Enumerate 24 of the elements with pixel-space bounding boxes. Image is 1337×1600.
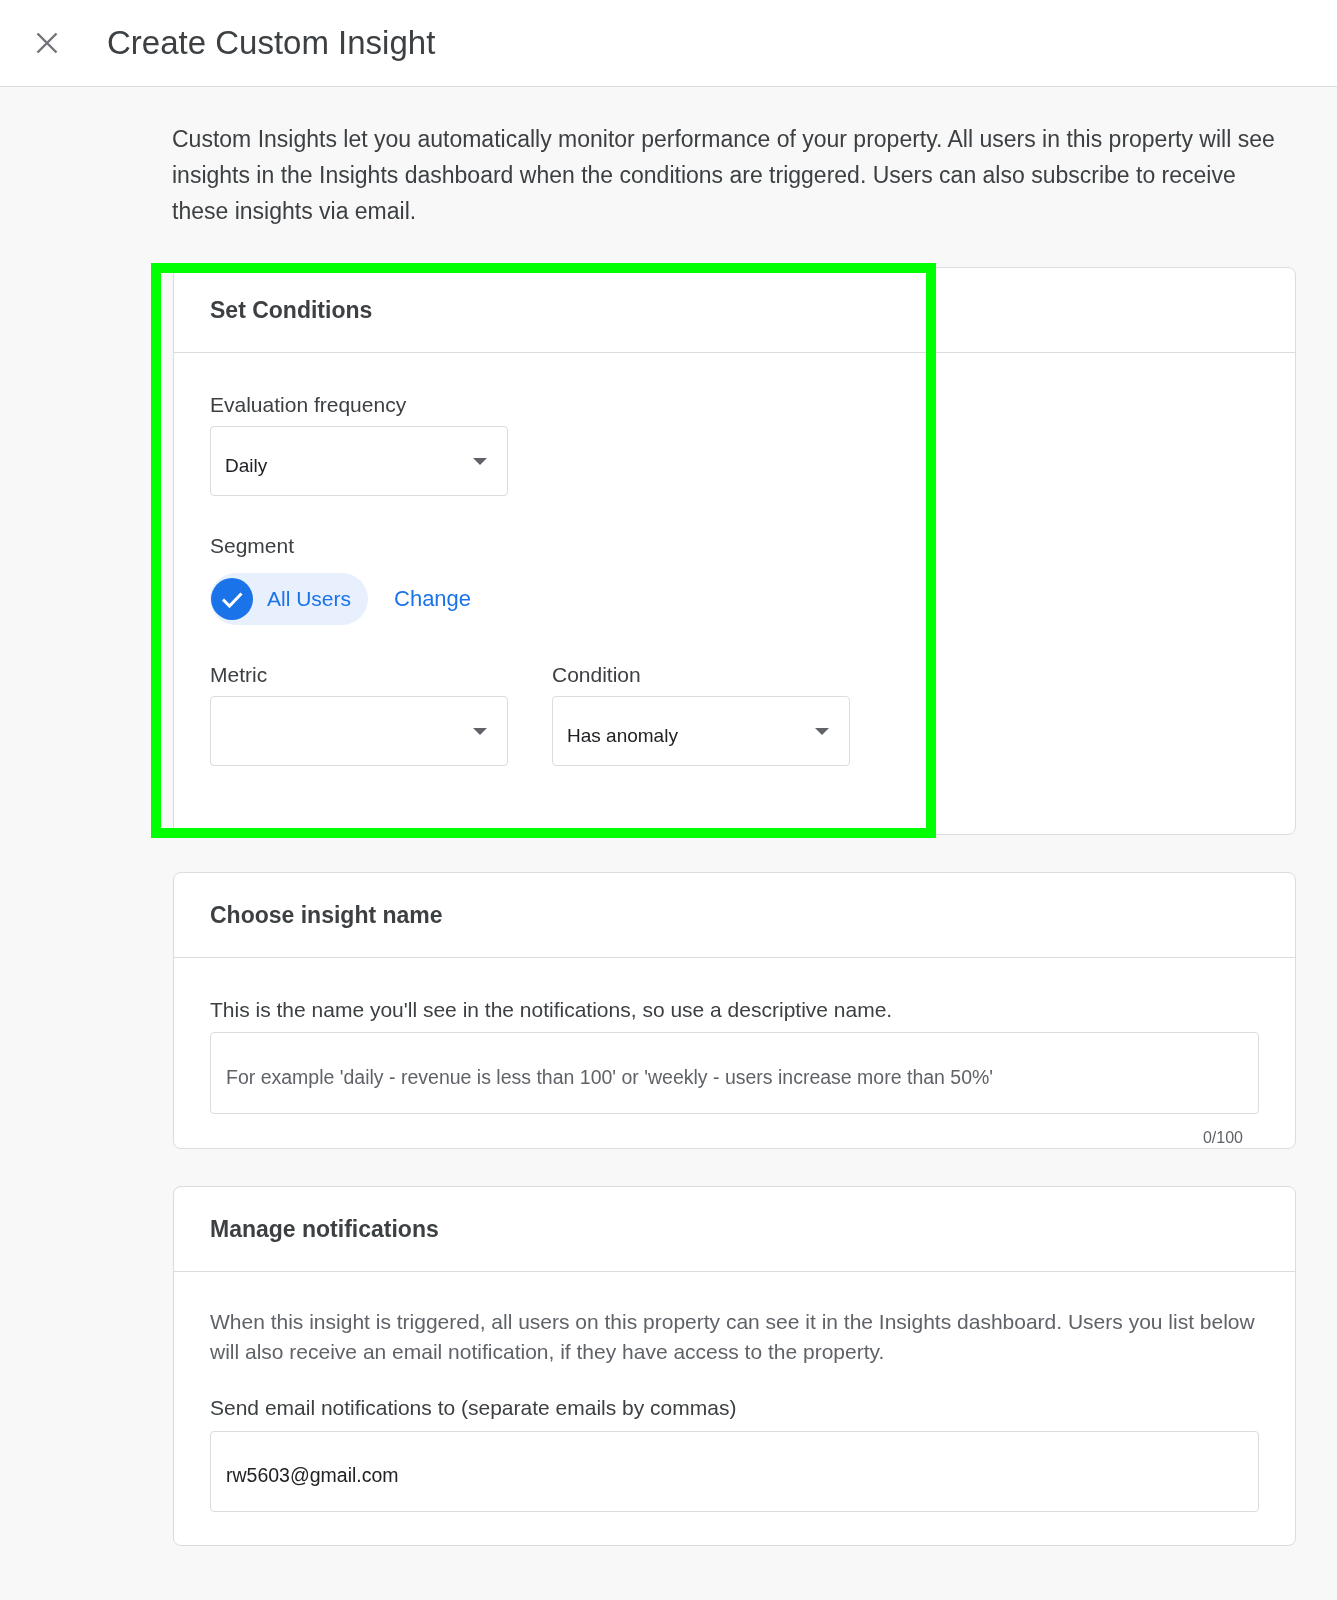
caret-icon <box>473 457 487 465</box>
description-text: When this insight is triggered, all users on this property can see it in the Insights dashboard. Users you list below will also receive an email notification, if they have access to the property. <box>210 1309 1256 1365</box>
frequency-select[interactable]: Daily <box>210 426 508 496</box>
character-counter: 0/100 <box>1201 1129 1243 1147</box>
email-input[interactable]: rw5603@gmail.com <box>210 1431 1259 1512</box>
intro-text: Custom Insights let you automatically monitor performance of your property. All users in this property will see insights in the Insights dashboard when the conditions are triggered. Users can also subscribe to receive these insights via email. <box>172 125 1276 226</box>
section-title: Manage notifications <box>210 1215 439 1243</box>
section-title: Choose insight name <box>210 901 443 929</box>
field-label: Evaluation frequency <box>210 393 408 417</box>
page-title: Create Custom Insight <box>107 23 436 63</box>
section-title: Set Conditions <box>210 296 373 324</box>
close-icon <box>36 32 58 54</box>
field-label: Segment <box>210 534 296 558</box>
close-button[interactable] <box>36 32 58 54</box>
segment-chip[interactable]: All Users <box>210 573 368 625</box>
condition-select[interactable]: Has anomaly <box>552 696 850 766</box>
caret-icon <box>815 727 829 735</box>
insight-name-input[interactable]: For example 'daily - revenue is less than 100' or 'weekly - users increase more than 50%' <box>210 1032 1259 1114</box>
change-link[interactable]: Change <box>394 586 472 612</box>
field-label: Send email notifications to (separate emails by commas) <box>210 1396 738 1420</box>
caret-icon <box>473 727 487 735</box>
field-label: Metric <box>210 663 269 687</box>
field-label: Condition <box>552 663 642 687</box>
description-text: This is the name you'll see in the notifications, so use a descriptive name. <box>210 998 894 1022</box>
